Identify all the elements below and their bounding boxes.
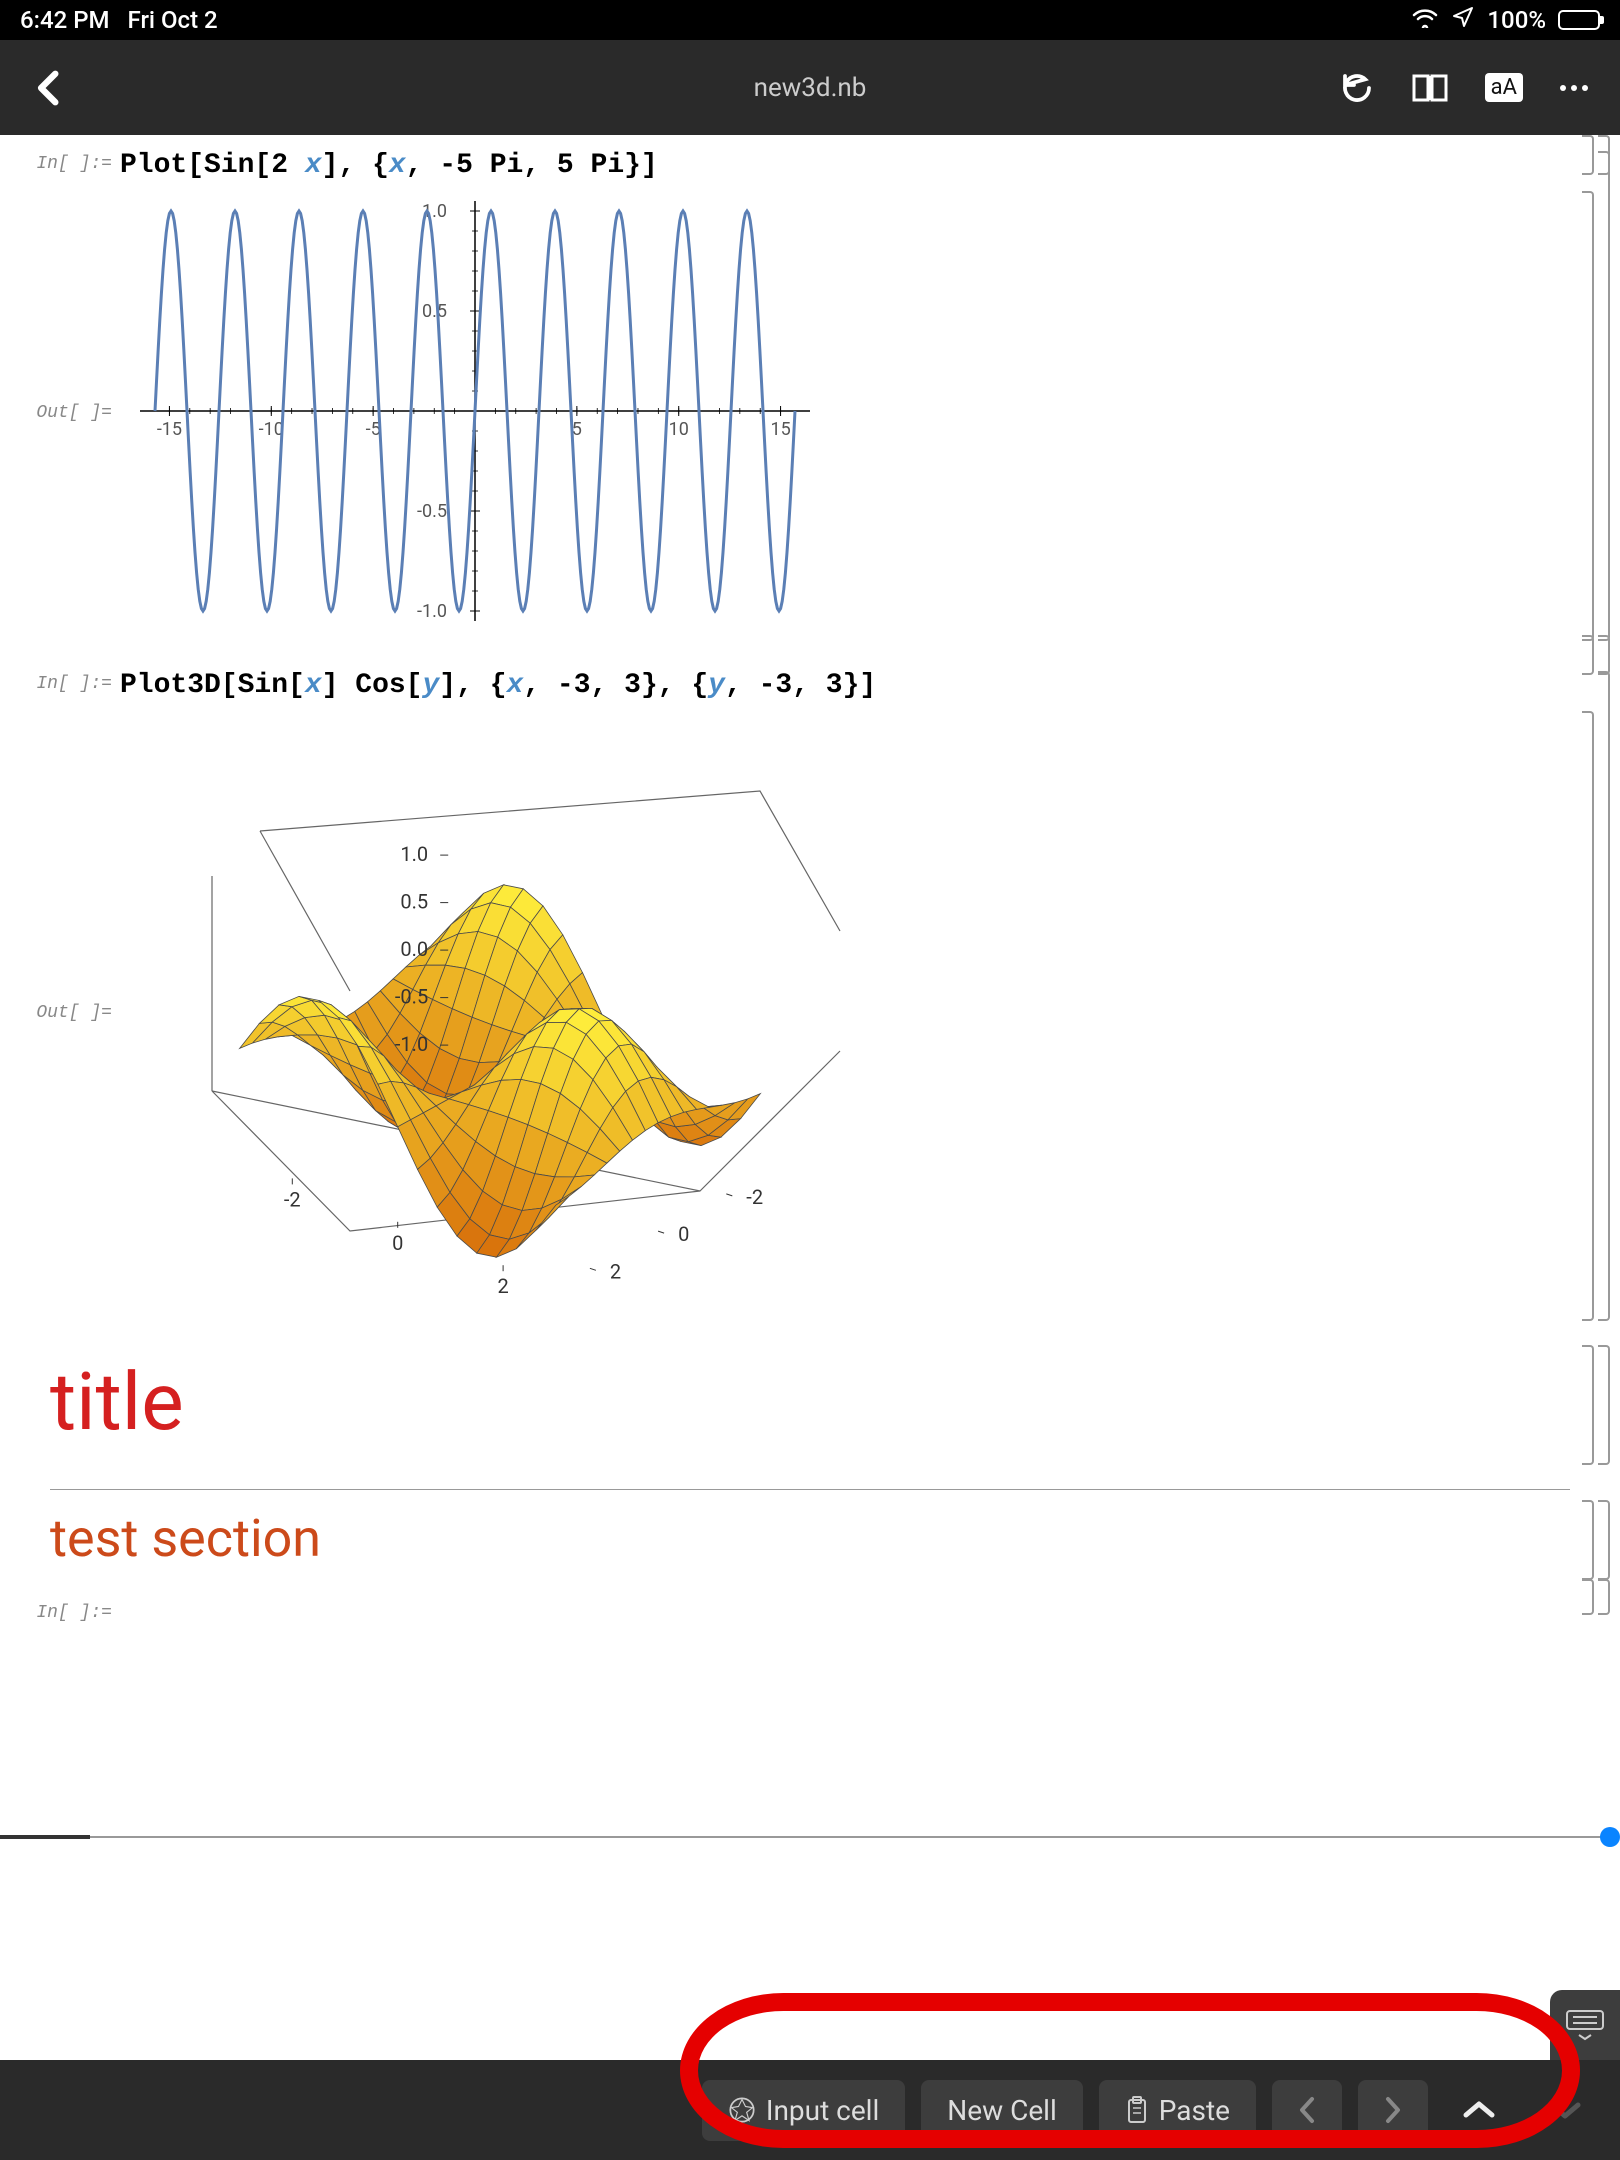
refresh-button[interactable] <box>1339 70 1375 106</box>
svg-text:-1.0: -1.0 <box>417 601 447 622</box>
notebook-area[interactable]: In[ ]:= Plot[Sin[2 x], {x, -5 Pi, 5 Pi}]… <box>0 135 1620 2060</box>
svg-text:1.0: 1.0 <box>400 842 428 866</box>
battery-icon <box>1558 10 1600 30</box>
cell-bracket[interactable] <box>1570 1500 1610 1569</box>
prev-button[interactable] <box>1272 2080 1342 2140</box>
book-icon[interactable] <box>1410 70 1450 106</box>
svg-text:15: 15 <box>770 419 790 440</box>
status-bar: 6:42 PM Fri Oct 2 100% <box>0 0 1620 40</box>
in-label: In[ ]:= <box>0 1599 120 1623</box>
new-cell-button[interactable]: New Cell <box>921 2080 1083 2141</box>
svg-text:-15: -15 <box>157 419 182 440</box>
document-title: new3d.nb <box>754 73 867 103</box>
svg-text:-1.0: -1.0 <box>395 1032 428 1056</box>
cell-bracket[interactable] <box>1570 1579 1610 1630</box>
svg-text:-0.5: -0.5 <box>417 501 447 522</box>
svg-text:-10: -10 <box>259 419 284 440</box>
location-icon <box>1451 5 1475 35</box>
svg-text:0.5: 0.5 <box>400 890 428 914</box>
svg-text:-0.5: -0.5 <box>395 985 428 1009</box>
svg-text:2: 2 <box>497 1274 508 1298</box>
input-code-1[interactable]: Plot[Sin[2 x], {x, -5 Pi, 5 Pi}] <box>120 150 1560 181</box>
section-cell[interactable]: test section <box>0 1490 1620 1579</box>
in-label: In[ ]:= <box>0 670 120 694</box>
collapse-down-button[interactable] <box>1530 2080 1600 2140</box>
clipboard-icon <box>1125 2096 1149 2124</box>
keyboard-toggle[interactable] <box>1550 1990 1620 2060</box>
more-button[interactable] <box>1558 83 1590 93</box>
paste-button[interactable]: Paste <box>1099 2080 1256 2141</box>
in-label: In[ ]:= <box>0 150 120 174</box>
back-button[interactable] <box>30 69 68 107</box>
svg-text:0: 0 <box>392 1231 403 1255</box>
svg-text:-2: -2 <box>746 1185 763 1209</box>
status-date: Fri Oct 2 <box>128 6 218 34</box>
next-button[interactable] <box>1358 2080 1428 2140</box>
plot3d-output[interactable]: -1.0 -0.5 0.0 0.5 1.0 -2 0 2 -2 0 2 <box>120 711 860 1311</box>
input-code-2[interactable]: Plot3D[Sin[x] Cos[y], {x, -3, 3}, {y, -3… <box>120 670 1560 701</box>
plot-output-1[interactable]: -15-10-551015-1.0-0.50.51.0 <box>120 191 820 631</box>
collapse-up-button[interactable] <box>1444 2080 1514 2140</box>
svg-text:0: 0 <box>678 1222 689 1246</box>
cell-bracket[interactable] <box>1570 711 1610 1315</box>
svg-text:2: 2 <box>610 1259 621 1283</box>
out-label: Out[ ]= <box>0 403 120 423</box>
bottom-toolbar: Input cell New Cell Paste <box>0 2060 1620 2160</box>
svg-text:0.5: 0.5 <box>422 301 447 322</box>
svg-text:-2: -2 <box>284 1187 301 1211</box>
svg-text:0.0: 0.0 <box>400 937 428 961</box>
input-code-3[interactable] <box>120 1599 1560 1630</box>
cell-bracket[interactable] <box>1570 191 1610 635</box>
top-toolbar: new3d.nb aA <box>0 40 1620 135</box>
svg-text:10: 10 <box>669 419 689 440</box>
status-time: 6:42 PM <box>20 6 110 34</box>
cell-bracket[interactable] <box>1570 1345 1610 1469</box>
wolfram-icon <box>728 2096 756 2124</box>
out-label: Out[ ]= <box>0 1003 120 1023</box>
input-cell-button[interactable]: Input cell <box>702 2080 905 2141</box>
title-cell[interactable]: title <box>0 1315 1620 1479</box>
wifi-icon <box>1411 6 1439 34</box>
text-format-button[interactable]: aA <box>1485 73 1523 102</box>
cell-insertion-cursor[interactable] <box>0 1827 1620 1847</box>
battery-percent: 100% <box>1487 6 1546 34</box>
